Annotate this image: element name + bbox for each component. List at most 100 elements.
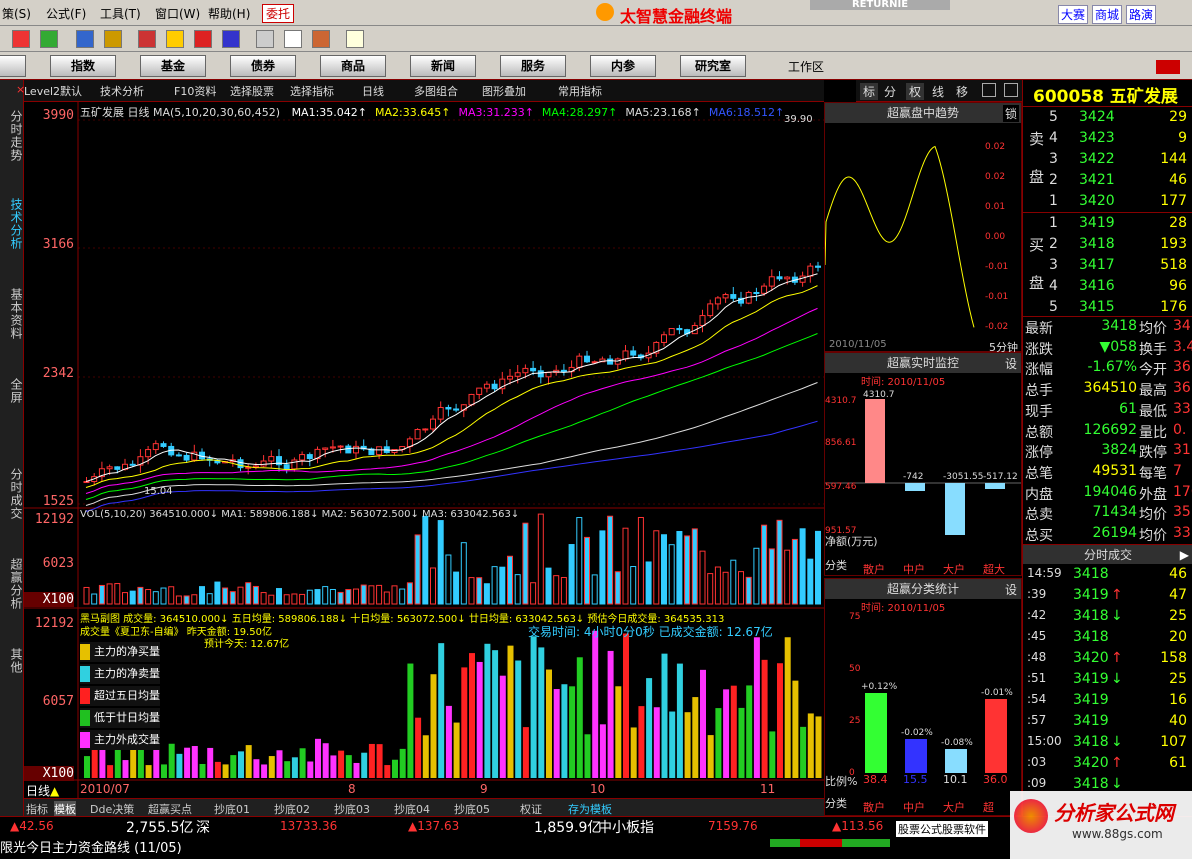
nav-index[interactable]: 指数 <box>50 55 116 77</box>
tab-select-indicator[interactable]: 选择指标 <box>290 83 334 99</box>
scroller-text[interactable]: 股票公式股票软件 <box>896 821 988 837</box>
sub-bar <box>407 663 414 778</box>
expand-icon[interactable] <box>1004 83 1018 97</box>
rail-fullscreen[interactable]: 全屏 <box>2 378 23 404</box>
tab-level2[interactable]: Level2默认 <box>24 83 82 99</box>
tab-common[interactable]: 常用指标 <box>558 83 602 99</box>
tab-tech[interactable]: 技术分析 <box>100 83 144 99</box>
chart-area[interactable]: 五矿发展 日线 MA(5,10,20,30,60,452) MA1:35.042… <box>24 102 824 798</box>
lock-button[interactable]: 锁 <box>1003 105 1020 122</box>
contest-link[interactable]: 大赛 <box>1058 5 1089 24</box>
monitor-bar <box>985 483 1005 489</box>
menu-formula[interactable]: 公式(F) <box>46 5 86 22</box>
sub-bar <box>700 669 706 778</box>
tab-minute[interactable]: 分 <box>884 83 896 100</box>
volume-bar <box>222 587 229 605</box>
rail-ticks[interactable]: 分时成交 <box>2 468 23 520</box>
nav-insider[interactable]: 内参 <box>590 55 656 77</box>
book-row[interactable]: 1 3420 177 <box>1023 193 1192 214</box>
btab-save-template[interactable]: 存为模板 <box>568 801 612 817</box>
stat-label: 总额 <box>1025 424 1053 441</box>
nav-research[interactable]: 研究室 <box>680 55 746 77</box>
btab-template[interactable]: 模板 <box>54 801 76 817</box>
monitor-settings-button[interactable]: 设 <box>1005 355 1017 372</box>
menu-window[interactable]: 窗口(W) <box>155 5 200 22</box>
tick-direction: ↑ <box>1111 755 1123 771</box>
workspace-label[interactable]: 工作区 <box>788 58 824 75</box>
btab-indicator[interactable]: 指标 <box>26 801 48 817</box>
tab-overlay[interactable]: 图形叠加 <box>482 83 526 99</box>
sub-bar <box>399 748 406 778</box>
minimize-icon[interactable] <box>1156 60 1180 74</box>
stats-title: 超赢分类统计 <box>825 579 1021 599</box>
ma-name: MA5: <box>625 106 654 119</box>
btab-bottom05[interactable]: 抄底05 <box>454 801 490 817</box>
warning-icon[interactable] <box>166 30 184 48</box>
book-row[interactable]: 1 3419 28 <box>1023 215 1192 236</box>
tab-line[interactable]: 线 <box>932 83 944 100</box>
rail-intraday[interactable]: 分时走势 <box>2 110 23 162</box>
period-label[interactable]: 日线▲ <box>26 782 59 799</box>
rail-technical[interactable]: 技术分析 <box>2 198 23 250</box>
price-tick-4: 1525 <box>42 494 74 509</box>
nav-service[interactable]: 服务 <box>500 55 566 77</box>
flag-icon[interactable] <box>40 30 58 48</box>
btab-warrant[interactable]: 权证 <box>520 801 542 817</box>
ticks-next-icon[interactable]: ▶ <box>1180 545 1189 565</box>
tab-select-stock[interactable]: 选择股票 <box>230 83 274 99</box>
trend-tick: 0.01 <box>985 202 1005 212</box>
nav-bond[interactable]: 债券 <box>230 55 296 77</box>
book-row[interactable]: 2 3421 46 <box>1023 172 1192 193</box>
chart-icon[interactable] <box>138 30 156 48</box>
volume-bar <box>784 549 791 605</box>
book-row[interactable]: 5 3424 29 <box>1023 109 1192 130</box>
window-icon[interactable] <box>284 30 302 48</box>
print-icon[interactable] <box>256 30 274 48</box>
stock-name: 五矿发展 <box>1109 87 1178 107</box>
stats-settings-button[interactable]: 设 <box>1005 581 1017 598</box>
tab-f10[interactable]: F10资料 <box>174 83 216 99</box>
book-row[interactable]: 3 3417 518 <box>1023 257 1192 278</box>
tick-price: 3418 <box>1073 734 1109 750</box>
btab-buypoint[interactable]: 超赢买点 <box>148 801 192 817</box>
menu-tools[interactable]: 工具(T) <box>100 5 141 22</box>
btab-dde[interactable]: Dde决策 <box>90 801 134 817</box>
btab-bottom01[interactable]: 抄底01 <box>214 801 250 817</box>
book-row[interactable]: 2 3418 193 <box>1023 236 1192 257</box>
book-row[interactable]: 4 3423 9 <box>1023 130 1192 151</box>
roadshow-link[interactable]: 路演 <box>1126 5 1157 24</box>
back-icon[interactable] <box>12 30 30 48</box>
rail-other[interactable]: 其他 <box>2 648 23 674</box>
nav-news[interactable]: 新闻 <box>410 55 476 77</box>
sub-bar <box>669 711 676 778</box>
window-toggle-icon[interactable] <box>982 83 996 97</box>
btab-bottom03[interactable]: 抄底03 <box>334 801 370 817</box>
broadcast-icon[interactable] <box>104 30 122 48</box>
sub-tick-3: X100 <box>24 766 74 781</box>
btab-bottom02[interactable]: 抄底02 <box>274 801 310 817</box>
tab-right[interactable]: 权 <box>906 83 925 100</box>
volume-bar <box>399 588 406 605</box>
btab-bottom04[interactable]: 抄底04 <box>394 801 430 817</box>
tab-mark[interactable]: 标 <box>860 83 879 100</box>
tab-move[interactable]: 移 <box>956 83 968 100</box>
rail-fundamental[interactable]: 基本资料 <box>2 288 23 340</box>
info-icon[interactable] <box>222 30 240 48</box>
book-row[interactable]: 3 3422 144 <box>1023 151 1192 172</box>
tab-daily[interactable]: 日线 <box>362 83 384 99</box>
binoculars-icon[interactable] <box>76 30 94 48</box>
help-icon[interactable] <box>346 30 364 48</box>
rail-analysis[interactable]: 超赢分析 <box>2 558 23 610</box>
menu-strategy[interactable]: 策(S) <box>2 5 31 22</box>
sub-bar <box>345 755 352 778</box>
nav-commodity[interactable]: 商品 <box>320 55 386 77</box>
menu-help[interactable]: 帮助(H) <box>208 5 250 22</box>
entrust-button[interactable]: 委托 <box>262 4 295 23</box>
tab-multi[interactable]: 多图组合 <box>414 83 458 99</box>
book-row[interactable]: 4 3416 96 <box>1023 278 1192 299</box>
nav-stock[interactable]: 股 <box>0 55 26 77</box>
news-icon[interactable] <box>194 30 212 48</box>
nav-fund[interactable]: 基金 <box>140 55 206 77</box>
mall-link[interactable]: 商城 <box>1092 5 1123 24</box>
books-icon[interactable] <box>312 30 330 48</box>
